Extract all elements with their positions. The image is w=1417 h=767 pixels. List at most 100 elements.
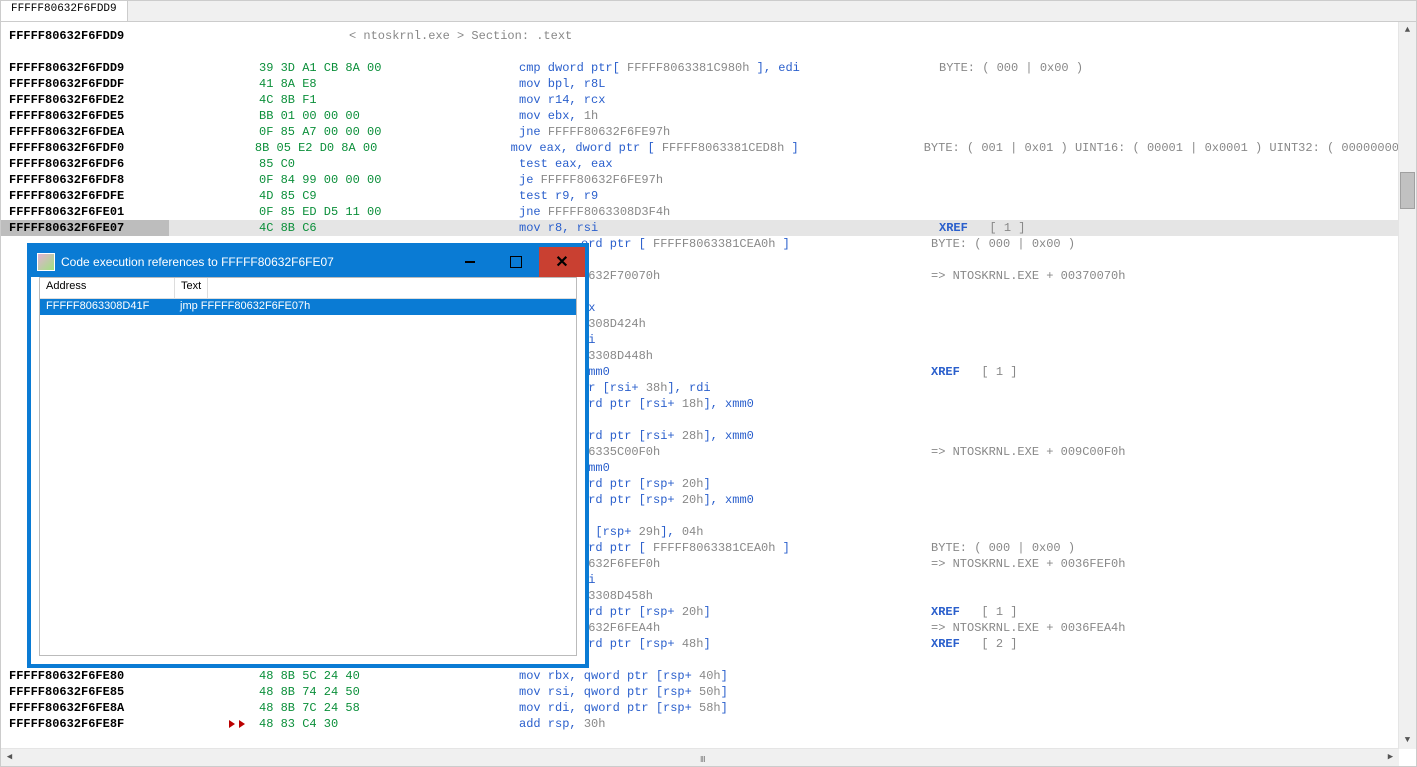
instruction: je FFFFF80632F6FE97h [519, 173, 663, 187]
instruction-partial: i [581, 412, 931, 428]
dialog-body: Address Text FFFFF8063308D41F jmp FFFFF8… [39, 277, 577, 656]
xref-info: => NTOSKRNL.EXE + 009C00F0h [931, 444, 1399, 460]
control-flow [169, 124, 259, 140]
hex-bytes: 85 C0 [259, 156, 519, 172]
instruction-partial: ord ptr [rsp+ 48h] [581, 636, 931, 652]
instruction-partial: ord ptr [rsp+ 20h] [581, 604, 931, 620]
xref-link[interactable]: XREF [931, 637, 960, 651]
instruction-partial: 4 [581, 252, 931, 268]
disasm-row[interactable]: FFFFF80632F6FE074C 8B C6mov r8, rsiXREF … [1, 220, 1399, 236]
xref-row[interactable]: FFFFF8063308D41F jmp FFFFF80632F6FE07h [40, 299, 576, 315]
scroll-up-button[interactable]: ▲ [1399, 22, 1416, 39]
xref-info [931, 252, 1399, 268]
disasm-row[interactable]: FFFFF80632F6FDEA0F 85 A7 00 00 00jne FFF… [1, 124, 1399, 140]
xref-info [931, 412, 1399, 428]
instruction: test r9, r9 [519, 189, 598, 203]
address: FFFFF80632F6FE8A [1, 700, 169, 716]
instruction-partial: r [rsp+ 29h], 04h [581, 524, 931, 540]
control-flow [169, 188, 259, 204]
xref-address: FFFFF8063308D41F [40, 299, 174, 315]
hex-bytes: 48 83 C4 30 [259, 716, 519, 732]
instruction-partial: xmm0 [581, 460, 931, 476]
xref-info [939, 156, 1399, 172]
branch-marker-icon [239, 720, 245, 728]
disasm-row[interactable]: FFFFF80632F6FDF08B 05 E2 D0 8A 00mov eax… [1, 140, 1399, 156]
hex-bytes: 39 3D A1 CB 8A 00 [259, 60, 519, 76]
dialog-title: Code execution references to FFFFF80632F… [61, 255, 334, 269]
address: FFFFF80632F6FE85 [1, 684, 169, 700]
disasm-row[interactable]: FFFFF80632F6FDE5BB 01 00 00 00mov ebx, 1… [1, 108, 1399, 124]
instruction: test eax, eax [519, 157, 613, 171]
xref-info [939, 204, 1399, 220]
xref-info: BYTE: ( 000 | 0x00 ) [931, 540, 1399, 556]
instruction-partial: 0632F6FEA4h [581, 620, 931, 636]
dialog-titlebar[interactable]: Code execution references to FFFFF80632F… [31, 247, 585, 277]
xref-link[interactable]: XREF [931, 365, 960, 379]
instruction: cmp dword ptr[ FFFFF8063381C980h ], edi [519, 61, 800, 75]
xref-link[interactable]: XREF [931, 605, 960, 619]
horizontal-scrollbar[interactable]: ◀ Ⅲ ▶ [1, 748, 1399, 766]
disasm-row[interactable]: FFFFF80632F6FE8548 8B 74 24 50mov rsi, q… [1, 684, 1399, 700]
hex-bytes: 0F 84 99 00 00 00 [259, 172, 519, 188]
disasm-row[interactable]: FFFFF80632F6FDDF41 8A E8mov bpl, r8L [1, 76, 1399, 92]
instruction: add rsp, 30h [519, 717, 605, 731]
disasm-row[interactable]: FFFFF80632F6FE8048 8B 5C 24 40mov rbx, q… [1, 668, 1399, 684]
disasm-row[interactable]: FFFFF80632F6FDF685 C0test eax, eax [1, 156, 1399, 172]
tab-bar: FFFFF80632F6FDD9 [1, 1, 1416, 22]
control-flow [169, 60, 259, 76]
xref-info: XREF [ 2 ] [931, 636, 1399, 652]
address: FFFFF80632F6FDFE [1, 188, 169, 204]
xref-info [931, 476, 1399, 492]
xref-info: BYTE: ( 000 | 0x00 ) [939, 60, 1399, 76]
scroll-thumb[interactable] [1400, 172, 1415, 209]
disasm-row[interactable]: FFFFF80632F6FDF8 0F 84 99 00 00 00je FFFF… [1, 172, 1399, 188]
xref-info [931, 348, 1399, 364]
xref-info [931, 332, 1399, 348]
control-flow [169, 668, 259, 684]
control-flow [169, 156, 259, 172]
section-header: < ntoskrnl.exe > Section: .text [169, 28, 572, 44]
disasm-row[interactable]: FFFFF80632F6FDFE 4D 85 C9test r9, r9 [1, 188, 1399, 204]
address: FFFFF80632F6FDDF [1, 76, 169, 92]
disasm-row[interactable]: FFFFF80632F6FE010F 85 ED D5 11 00jne FFF… [1, 204, 1399, 220]
xref-info [939, 188, 1399, 204]
minimize-button[interactable] [447, 247, 493, 277]
instruction-partial: ord ptr [ FFFFF8063381CEA0h ] [581, 540, 931, 556]
col-text[interactable]: Text [175, 278, 208, 298]
control-flow [169, 172, 259, 188]
xref-dialog[interactable]: Code execution references to FFFFF80632F… [27, 243, 589, 668]
scroll-left-button[interactable]: ◀ [1, 749, 18, 766]
xref-info [939, 108, 1399, 124]
disasm-row[interactable]: FFFFF80632F6FDD939 3D A1 CB 8A 00cmp dwo… [1, 60, 1399, 76]
scroll-down-button[interactable]: ▼ [1399, 732, 1416, 749]
disasm-row[interactable]: FFFFF80632F6FE8A48 8B 7C 24 58mov rdi, q… [1, 700, 1399, 716]
disasm-row[interactable]: FFFFF80632F6FE8F48 83 C4 30add rsp, 30h [1, 716, 1399, 732]
hex-bytes: 0F 85 A7 00 00 00 [259, 124, 519, 140]
instruction-partial: ord ptr [rsi+ 18h], xmm0 [581, 396, 931, 412]
xref-info [939, 172, 1399, 188]
col-address[interactable]: Address [40, 278, 175, 298]
control-flow [169, 92, 259, 108]
tab-disasm[interactable]: FFFFF80632F6FDD9 [1, 1, 128, 21]
xref-info [931, 284, 1399, 300]
disasm-row[interactable]: FFFFF80632F6FDE24C 8B F1mov r14, rcx [1, 92, 1399, 108]
instruction-partial: ord ptr [rsp+ 20h] [581, 476, 931, 492]
column-headers[interactable]: Address Text [40, 278, 576, 299]
xref-info [939, 684, 1399, 700]
xref-info [931, 588, 1399, 604]
hex-bytes: 8B 05 E2 D0 8A 00 [255, 140, 511, 156]
hex-bytes: 48 8B 5C 24 40 [259, 668, 519, 684]
scroll-right-button[interactable]: ▶ [1382, 749, 1399, 766]
maximize-button[interactable] [493, 247, 539, 277]
address: FFFFF80632F6FDF8 [1, 172, 169, 188]
hex-bytes: 4D 85 C9 [259, 188, 519, 204]
xref-link[interactable]: XREF [939, 221, 968, 235]
hex-bytes: 4C 8B C6 [259, 220, 519, 236]
instruction: mov rsi, qword ptr [rsp+ 50h] [519, 685, 728, 699]
control-flow [169, 220, 259, 236]
address: FFFFF80632F6FE07 [1, 220, 169, 236]
close-button[interactable]: ✕ [539, 247, 585, 277]
vertical-scrollbar[interactable]: ▲ ▼ [1398, 22, 1416, 749]
instruction-partial: ord ptr [ FFFFF8063381CEA0h ] [581, 236, 931, 252]
hex-bytes: 48 8B 7C 24 58 [259, 700, 519, 716]
